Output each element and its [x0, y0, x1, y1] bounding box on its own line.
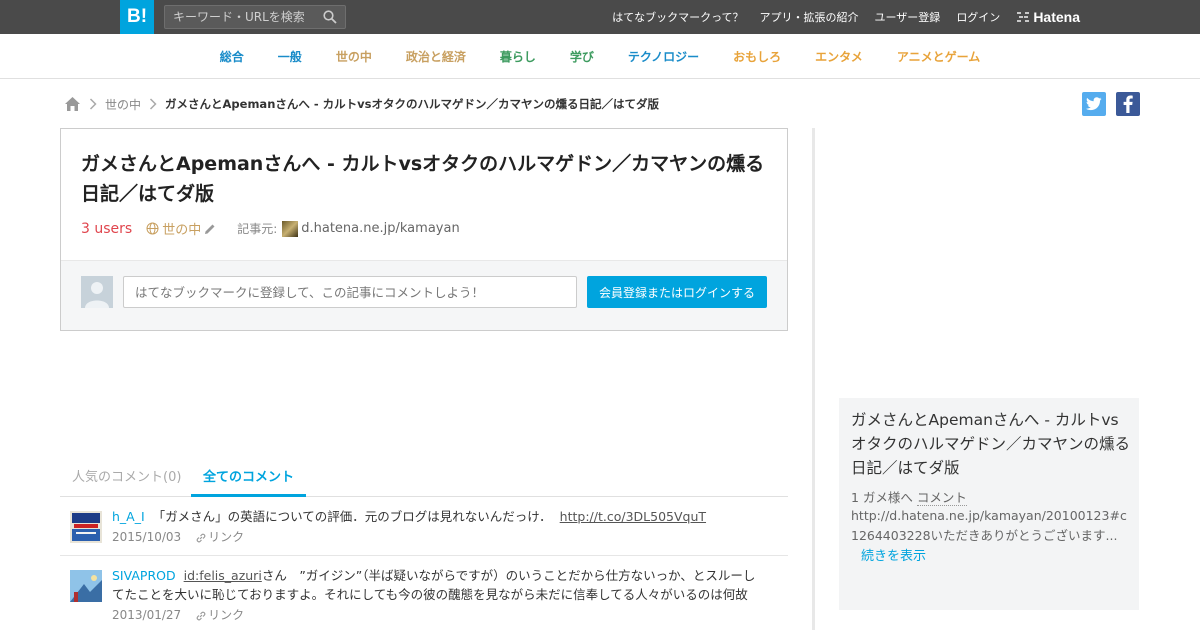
pencil-icon[interactable]	[204, 223, 216, 235]
breadcrumb-category[interactable]: 世の中	[105, 96, 141, 113]
related-entry-meta: 1 ガメ様へ コメント	[851, 487, 967, 506]
avatar[interactable]	[70, 511, 102, 543]
chevron-right-icon	[89, 98, 97, 110]
link-icon	[196, 533, 206, 542]
register-login-button[interactable]: 会員登録またはログインする	[587, 276, 767, 308]
source-domain[interactable]: d.hatena.ne.jp/kamayan	[301, 221, 459, 236]
comment-tabs: 人気のコメント(0) 全てのコメント	[60, 460, 788, 497]
hatena-brand[interactable]: Hatena	[1016, 9, 1080, 25]
comment-meta: 2015/10/03 リンク	[112, 528, 762, 547]
search-icon[interactable]	[323, 10, 337, 24]
source-label: 記事元:	[237, 222, 278, 236]
hatena-logo-icon	[1017, 12, 1030, 22]
user-avatar-image	[70, 511, 102, 543]
comment-body: SIVAPROD id:felis_azuriさん ”ガイジン”（半ば疑いながらで…	[112, 566, 762, 625]
category-entertainment[interactable]: エンタメ	[815, 48, 863, 65]
breadcrumb: 世の中 ガメさんとApemanさんへ - カルトvsオタクのハルマゲドン／カマヤ…	[64, 94, 659, 114]
tab-popular-comments[interactable]: 人気のコメント(0)	[72, 460, 181, 497]
bookmark-users-count[interactable]: 3 users	[81, 221, 132, 237]
comment-body: h_A_I 「ガメさん」の英語についての評価．元のブログは見れないんだっけ． ht…	[112, 507, 762, 547]
search-box	[164, 5, 346, 29]
comment-permalink-label: リンク	[208, 608, 245, 622]
facebook-icon	[1123, 95, 1133, 113]
comment-permalink[interactable]: リンク	[195, 606, 244, 625]
related-entry-box: ガメさんとApemanさんへ - カルトvsオタクのハルマゲドン／カマヤンの燻る…	[839, 398, 1139, 610]
tab-all-comments[interactable]: 全てのコメント	[191, 460, 306, 497]
comment-mention[interactable]: id:felis_azuri	[184, 568, 262, 583]
comment-permalink-label: リンク	[208, 530, 245, 544]
comment-url-link[interactable]: http://t.co/3DL505VquT	[560, 509, 706, 524]
about-link[interactable]: はてなブックマークって？	[612, 9, 743, 25]
register-link[interactable]: ユーザー登録	[875, 9, 941, 25]
comment-username[interactable]: SIVAPROD	[112, 568, 176, 583]
category-game[interactable]: アニメとゲーム	[897, 48, 980, 65]
global-header: B! はてなブックマークって？ アプリ・拡張の紹介 ユーザー登録 ログイン Ha…	[0, 0, 1200, 34]
comment-username[interactable]: h_A_I	[112, 509, 145, 524]
comment-input[interactable]	[123, 276, 577, 308]
category-it[interactable]: テクノロジー	[628, 48, 699, 65]
show-more-link[interactable]: 続きを表示	[861, 545, 926, 564]
comment-date[interactable]: 2015/10/03	[112, 528, 181, 547]
apps-link[interactable]: アプリ・拡張の紹介	[760, 9, 859, 25]
related-entry-excerpt: http://d.hatena.ne.jp/kamayan/20100123#c…	[851, 508, 1127, 543]
chevron-right-icon	[149, 98, 157, 110]
search-input[interactable]	[165, 6, 315, 28]
user-avatar-image	[70, 570, 102, 602]
column-divider	[812, 128, 815, 630]
twitter-icon	[1086, 97, 1102, 111]
related-entry-comment-link[interactable]: コメント	[916, 490, 967, 506]
category-general-all[interactable]: 総合	[220, 48, 244, 65]
source-favicon	[282, 220, 299, 237]
category-general[interactable]: 一般	[278, 48, 302, 65]
home-icon[interactable]	[64, 96, 81, 112]
comment-form: 会員登録またはログインする	[61, 260, 787, 330]
globe-icon	[146, 222, 159, 235]
category-economics[interactable]: 政治と経済	[406, 48, 466, 65]
hatena-brand-label: Hatena	[1033, 9, 1080, 25]
comment-permalink[interactable]: リンク	[195, 528, 244, 547]
category-knowledge[interactable]: 学び	[570, 48, 594, 65]
entry-title[interactable]: ガメさんとApemanさんへ - カルトvsオタクのハルマゲドン／カマヤンの燻る…	[81, 149, 771, 209]
facebook-share-button[interactable]	[1116, 92, 1140, 116]
hatena-bookmark-logo[interactable]: B!	[120, 0, 154, 34]
category-life[interactable]: 暮らし	[500, 48, 536, 65]
entry-card: ガメさんとApemanさんへ - カルトvsオタクのハルマゲドン／カマヤンの燻る…	[60, 128, 788, 331]
breadcrumb-current: ガメさんとApemanさんへ - カルトvsオタクのハルマゲドン／カマヤンの燻る…	[165, 97, 659, 111]
category-social[interactable]: 世の中	[336, 48, 372, 65]
category-fun[interactable]: おもしろ	[733, 48, 781, 65]
entry-category[interactable]: 世の中	[146, 219, 219, 238]
user-icon	[81, 276, 113, 308]
category-nav: 総合 一般 世の中 政治と経済 暮らし 学び テクノロジー おもしろ エンタメ …	[0, 34, 1200, 79]
login-link[interactable]: ログイン	[956, 9, 1000, 25]
related-entry-title[interactable]: ガメさんとApemanさんへ - カルトvsオタクのハルマゲドン／カマヤンの燻る…	[851, 408, 1131, 480]
related-entry-prefix: 1 ガメ様へ	[851, 490, 913, 505]
comment-item: h_A_I 「ガメさん」の英語についての評価．元のブログは見れないんだっけ． ht…	[60, 497, 788, 556]
comment-meta: 2013/01/27 リンク	[112, 606, 762, 625]
comment-text: 「ガメさん」の英語についての評価．元のブログは見れないんだっけ．	[152, 509, 552, 524]
entry-meta: 3 users 世の中 記事元: d.hatena.ne.jp/kamayan	[81, 219, 460, 238]
entry-category-label: 世の中	[162, 223, 202, 238]
comment-date[interactable]: 2013/01/27	[112, 606, 181, 625]
avatar[interactable]	[70, 570, 102, 602]
top-nav: はてなブックマークって？ アプリ・拡張の紹介 ユーザー登録 ログイン Haten…	[596, 0, 1080, 34]
comment-item: SIVAPROD id:felis_azuriさん ”ガイジン”（半ば疑いながらで…	[60, 556, 788, 630]
twitter-share-button[interactable]	[1082, 92, 1106, 116]
link-icon	[196, 611, 206, 620]
user-avatar-placeholder	[81, 276, 113, 308]
